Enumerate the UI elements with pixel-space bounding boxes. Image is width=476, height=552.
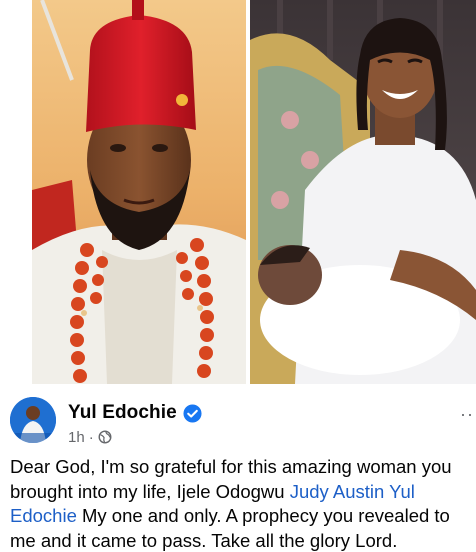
globe-icon[interactable] [98,430,112,444]
post-meta: 1h · [68,428,112,446]
verified-badge-icon [183,403,202,423]
post-text: Dear God, I'm so grateful for this amazi… [10,455,472,552]
post-timestamp[interactable]: 1h [68,429,85,446]
author-row: Yul Edochie [68,401,202,425]
meta-separator: · [88,428,94,446]
photo-woman-with-baby[interactable] [250,0,476,384]
post-text-end: My one and only. A prophecy you revealed… [10,505,450,551]
author-avatar[interactable] [10,397,56,443]
more-options-icon[interactable]: ·· [460,404,474,425]
photo-man-red-cap[interactable] [32,0,246,384]
post-photo-collage[interactable] [0,0,476,388]
author-name[interactable]: Yul Edochie [68,402,177,424]
